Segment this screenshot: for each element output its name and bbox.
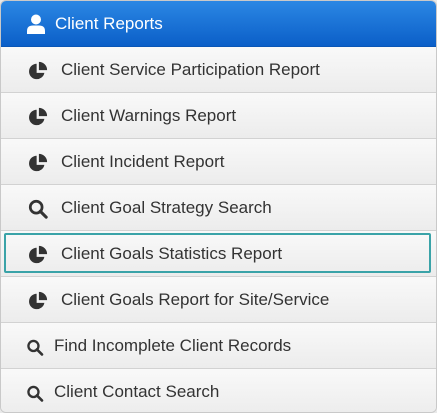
menu-item-label: Client Goal Strategy Search xyxy=(61,198,272,217)
search-icon xyxy=(28,199,48,219)
menu-item-client-contact-search[interactable]: Client Contact Search xyxy=(1,369,436,412)
pie-chart-icon xyxy=(29,61,48,80)
menu-header[interactable]: Client Reports xyxy=(1,1,436,47)
menu-item-client-service-participation-report[interactable]: Client Service Participation Report xyxy=(1,47,436,93)
menu-item-client-goal-strategy-search[interactable]: Client Goal Strategy Search xyxy=(1,185,436,231)
search-icon xyxy=(27,385,44,402)
user-icon xyxy=(27,14,45,34)
menu-item-label: Client Service Participation Report xyxy=(61,60,320,79)
menu-item-find-incomplete-client-records[interactable]: Find Incomplete Client Records xyxy=(1,323,436,369)
menu-item-label: Client Incident Report xyxy=(61,152,225,171)
menu-item-client-incident-report[interactable]: Client Incident Report xyxy=(1,139,436,185)
pie-chart-icon xyxy=(29,107,48,126)
menu-item-label: Client Goals Statistics Report xyxy=(61,244,283,263)
menu-item-client-goals-statistics-report[interactable]: Client Goals Statistics Report xyxy=(1,231,436,277)
pie-chart-icon xyxy=(29,245,48,264)
menu-item-label: Client Goals Report for Site/Service xyxy=(61,290,330,309)
menu-title: Client Reports xyxy=(55,14,163,33)
pie-chart-icon xyxy=(29,153,48,172)
menu-item-label: Client Warnings Report xyxy=(61,106,237,125)
menu-item-label: Client Contact Search xyxy=(54,382,220,401)
pie-chart-icon xyxy=(29,291,48,310)
search-icon xyxy=(27,339,44,356)
client-reports-menu: Client Reports Client Service Participat… xyxy=(0,0,437,413)
menu-item-label: Find Incomplete Client Records xyxy=(54,336,292,355)
menu-item-client-warnings-report[interactable]: Client Warnings Report xyxy=(1,93,436,139)
menu-item-client-goals-report-for-site-service[interactable]: Client Goals Report for Site/Service xyxy=(1,277,436,323)
